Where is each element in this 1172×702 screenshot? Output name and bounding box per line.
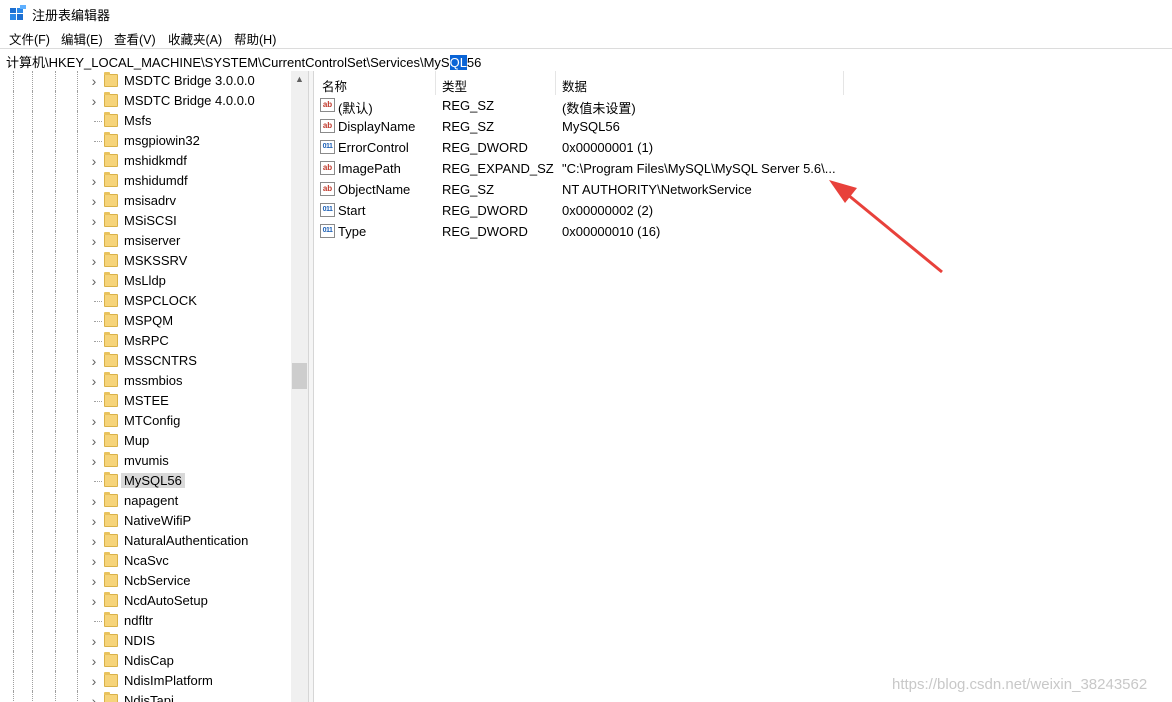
watermark: https://blog.csdn.net/weixin_38243562 [892,676,1148,693]
annotation-arrow [829,180,943,274]
